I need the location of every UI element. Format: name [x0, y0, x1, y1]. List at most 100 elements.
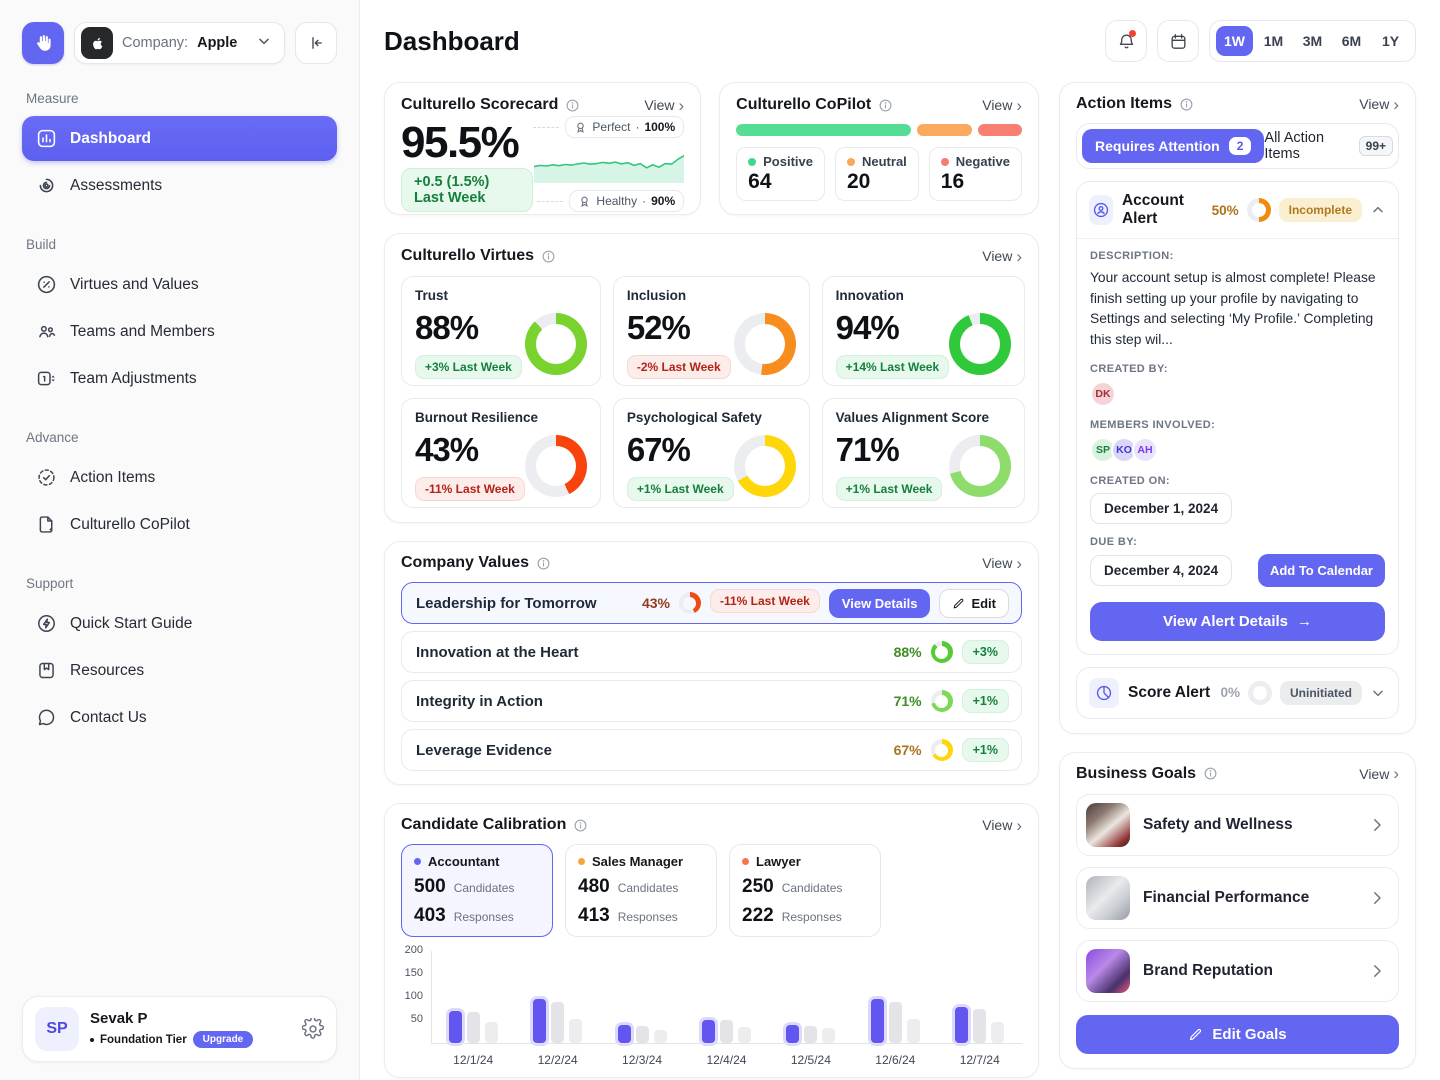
- profile-info: Sevak P Foundation Tier Upgrade: [90, 1010, 253, 1048]
- info-icon[interactable]: [1203, 766, 1218, 781]
- company-selector[interactable]: Company: Apple: [74, 22, 285, 64]
- sidebar-item-assessments[interactable]: Assessments: [22, 163, 337, 208]
- scorecard-view-link[interactable]: View›: [644, 97, 684, 114]
- user-profile-card[interactable]: SP Sevak P Foundation Tier Upgrade: [22, 996, 337, 1062]
- time-range-selector: 1W 1M 3M 6M 1Y: [1209, 20, 1416, 62]
- bar-group: 12/3/24: [618, 951, 667, 1067]
- value-pct: 88%: [894, 644, 922, 660]
- chevron-up-icon[interactable]: [1370, 202, 1386, 218]
- bar-accountant: [871, 999, 884, 1043]
- bar-lawyer: [654, 1030, 667, 1043]
- business-goals-card: Business Goals View› Safety and Wellness: [1059, 752, 1416, 1069]
- calendar-icon: [1169, 32, 1188, 51]
- negative-stat: Negative 16: [929, 147, 1022, 201]
- info-icon[interactable]: [541, 249, 556, 264]
- sidebar-item-dashboard[interactable]: Dashboard: [22, 116, 337, 161]
- sidebar-item-virtues-and-values[interactable]: Virtues and Values: [22, 262, 337, 307]
- info-icon[interactable]: [565, 98, 580, 113]
- sidebar-item-resources[interactable]: Resources: [22, 648, 337, 693]
- members-block: MEMBERS INVOLVED: SPKOAH: [1090, 419, 1385, 463]
- dash-connector: [533, 127, 559, 128]
- calendar-button[interactable]: [1157, 20, 1199, 62]
- scorecard-body: 95.5% +0.5 (1.5%) Last Week Perfect·100%: [401, 116, 684, 212]
- sidebar-item-label: Contact Us: [70, 709, 147, 727]
- value-row-leverage[interactable]: Leverage Evidence 67% +1%: [401, 729, 1022, 771]
- calibration-plot: 12/1/2412/2/2412/3/2412/4/2412/5/2412/6/…: [431, 951, 1022, 1067]
- x-tick-label: 12/6/24: [875, 1053, 915, 1067]
- view-alert-details-button[interactable]: View Alert Details →: [1090, 602, 1385, 641]
- value-pct: 71%: [894, 693, 922, 709]
- x-tick-label: 12/4/24: [706, 1053, 746, 1067]
- goal-row-financial-performance[interactable]: Financial Performance: [1076, 867, 1399, 929]
- info-icon[interactable]: [573, 818, 588, 833]
- business-goals-title: Business Goals: [1076, 765, 1196, 783]
- info-icon[interactable]: [1179, 97, 1194, 112]
- range-1y[interactable]: 1Y: [1372, 26, 1409, 56]
- delta-badge: -2% Last Week: [627, 355, 731, 379]
- sidebar-item-contact-us[interactable]: Contact Us: [22, 695, 337, 740]
- virtue-card-innovation: Innovation 94%+14% Last Week: [822, 276, 1026, 386]
- company-values-view-link[interactable]: View›: [982, 555, 1022, 572]
- x-tick-label: 12/2/24: [538, 1053, 578, 1067]
- edit-goals-button[interactable]: Edit Goals: [1076, 1015, 1399, 1054]
- neutral-value: 20: [847, 170, 907, 194]
- score-alert-header[interactable]: Score Alert 0% Uninitiated: [1077, 668, 1398, 718]
- account-alert-header[interactable]: Account Alert 50% Incomplete: [1077, 182, 1398, 239]
- collapse-sidebar-button[interactable]: [295, 22, 337, 64]
- sidebar-item-teams-and-members[interactable]: Teams and Members: [22, 309, 337, 354]
- role-card-lawyer[interactable]: Lawyer 250Candidates 222Responses: [729, 844, 881, 937]
- value-delta-badge: +1%: [962, 738, 1009, 762]
- description-label: DESCRIPTION:: [1090, 250, 1385, 262]
- virtues-view-link[interactable]: View›: [982, 248, 1022, 265]
- goal-thumbnail: [1086, 876, 1130, 920]
- neutral-stat: Neutral 20: [835, 147, 919, 201]
- info-icon[interactable]: [536, 556, 551, 571]
- range-1m[interactable]: 1M: [1255, 26, 1292, 56]
- app-logo-button[interactable]: [22, 22, 64, 64]
- range-6m[interactable]: 6M: [1333, 26, 1370, 56]
- notifications-button[interactable]: [1105, 20, 1147, 62]
- score-value: 95.5%: [401, 118, 533, 168]
- sidebar-item-culturello-copilot[interactable]: Culturello CoPilot: [22, 502, 337, 547]
- created-on-date: December 1, 2024: [1090, 493, 1232, 524]
- view-details-button[interactable]: View Details: [829, 589, 931, 618]
- bar-group: 12/6/24: [871, 951, 920, 1067]
- value-row-integrity[interactable]: Integrity in Action 71% +1%: [401, 680, 1022, 722]
- sidebar-item-team-adjustments[interactable]: Team Adjustments: [22, 356, 337, 401]
- innovation-donut: [949, 313, 1011, 375]
- sentiment-segment: [736, 124, 911, 136]
- value-row-leadership[interactable]: Leadership for Tomorrow 43% -11% Last We…: [401, 582, 1022, 624]
- info-icon[interactable]: [878, 98, 893, 113]
- upgrade-button[interactable]: Upgrade: [193, 1031, 254, 1048]
- right-column: Action Items View› Requires Attention 2 …: [1059, 82, 1416, 1078]
- sidebar-item-quick-start-guide[interactable]: Quick Start Guide: [22, 601, 337, 646]
- sidebar-item-action-items[interactable]: Action Items: [22, 455, 337, 500]
- dash-connector: [537, 201, 563, 202]
- value-mini-donut: [679, 592, 701, 614]
- chevron-down-icon[interactable]: [1370, 685, 1386, 701]
- tab-requires-attention[interactable]: Requires Attention 2: [1082, 129, 1264, 163]
- value-row-innovation[interactable]: Innovation at the Heart 88% +3%: [401, 631, 1022, 673]
- copilot-view-link[interactable]: View›: [982, 97, 1022, 114]
- role-card-accountant[interactable]: Accountant 500Candidates 403Responses: [401, 844, 553, 937]
- bar-accountant: [533, 999, 546, 1043]
- role-card-sales-manager[interactable]: Sales Manager 480Candidates 413Responses: [565, 844, 717, 937]
- role-dot: [414, 858, 421, 865]
- hand-wave-icon: [32, 32, 54, 54]
- goal-row-safety-and-wellness[interactable]: Safety and Wellness: [1076, 794, 1399, 856]
- edit-button[interactable]: Edit: [939, 589, 1009, 618]
- sidebar-item-label: Quick Start Guide: [70, 615, 192, 633]
- status-badge: Uninitiated: [1280, 681, 1362, 705]
- range-1w[interactable]: 1W: [1216, 26, 1253, 56]
- business-goals-view-link[interactable]: View›: [1359, 765, 1399, 782]
- gear-icon[interactable]: [302, 1018, 324, 1040]
- add-to-calendar-button[interactable]: Add To Calendar: [1258, 554, 1385, 587]
- tab-all-action-items[interactable]: All Action Items 99+: [1264, 130, 1393, 162]
- action-items-view-link[interactable]: View›: [1359, 96, 1399, 113]
- range-3m[interactable]: 3M: [1294, 26, 1331, 56]
- account-alert-body: DESCRIPTION: Your account setup is almos…: [1077, 239, 1398, 654]
- value-pct: 67%: [894, 742, 922, 758]
- goal-row-brand-reputation[interactable]: Brand Reputation: [1076, 940, 1399, 1002]
- avatar: SP: [35, 1007, 79, 1051]
- calibration-view-link[interactable]: View›: [982, 817, 1022, 834]
